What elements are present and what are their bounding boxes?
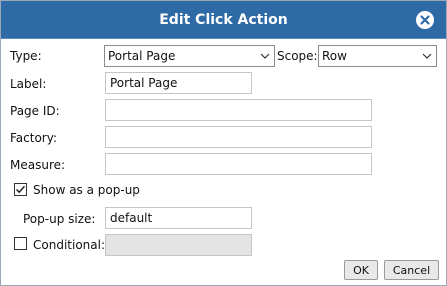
dialog-title: Edit Click Action [159,12,288,28]
measure-input[interactable] [105,153,372,175]
type-select-value: Portal Page [108,49,176,63]
popup-size-label: Pop-up size: [23,212,96,226]
chevron-down-icon [260,53,270,59]
scope-label: Scope: [277,49,318,63]
conditional-label: Conditional: [33,238,105,252]
checkmark-icon [15,185,26,194]
dialog-titlebar[interactable]: Edit Click Action [1,1,446,39]
chevron-down-icon [422,53,432,59]
page-id-input[interactable] [105,99,372,121]
type-select[interactable]: Portal Page [104,45,275,67]
popup-label: Show as a pop-up [33,183,140,197]
scope-select-value: Row [322,49,347,63]
ok-button[interactable]: OK [344,260,378,280]
cancel-button[interactable]: Cancel [384,260,439,280]
close-icon[interactable] [416,11,434,29]
conditional-input [105,234,252,256]
type-label: Type: [10,49,42,63]
factory-input[interactable] [105,126,372,148]
popup-checkbox[interactable] [14,183,27,196]
edit-click-action-dialog: Edit Click Action Type: Portal Page Scop… [0,0,447,286]
label-input[interactable]: Portal Page [105,72,252,94]
scope-select[interactable]: Row [318,45,437,67]
factory-label: Factory: [10,131,58,145]
conditional-checkbox[interactable] [14,237,27,250]
page-id-label: Page ID: [10,104,60,118]
measure-label: Measure: [10,158,66,172]
label-label: Label: [10,77,47,91]
popup-size-input[interactable]: default [105,207,252,229]
